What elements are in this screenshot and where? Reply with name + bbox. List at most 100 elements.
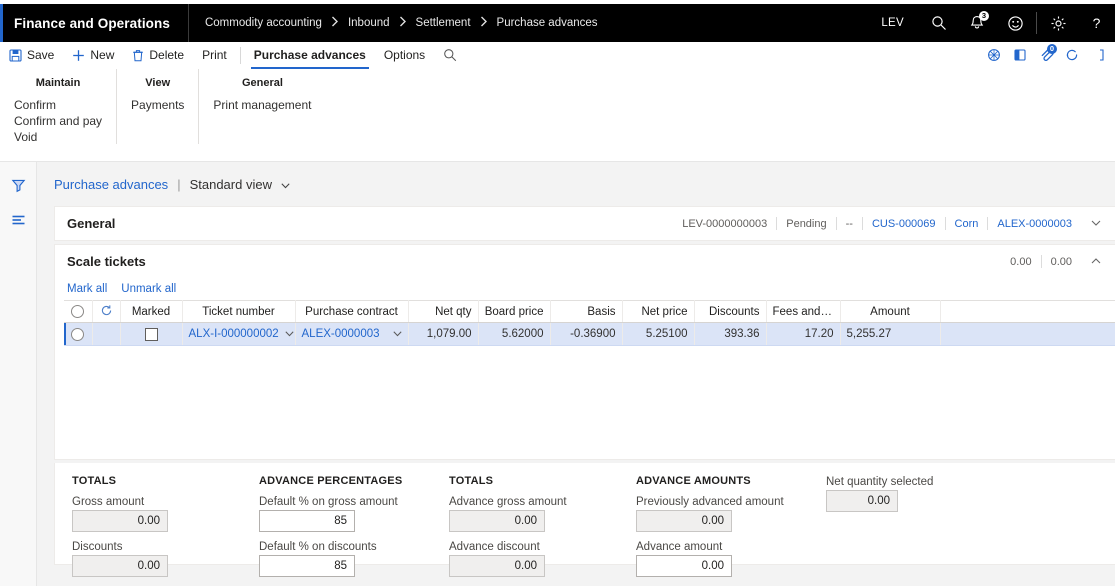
row-basis[interactable]: -0.36900 [550,322,623,346]
field-advance-gross-amount: Advance gross amount 0.00 [449,496,636,532]
column-header-discounts[interactable]: Discounts [694,300,767,323]
totals-column-2-title: ADVANCE PERCENTAGES [259,475,403,487]
row-board-price[interactable]: 5.62000 [478,322,551,346]
feedback-smiley-icon[interactable] [996,4,1034,42]
row-fees-and-charges[interactable]: 17.20 [766,322,841,346]
view-selector[interactable]: Standard view [190,177,290,192]
summary-customer-id[interactable]: CUS-000069 [863,218,945,230]
column-header-basis[interactable]: Basis [550,300,623,323]
toolbar-search-button[interactable] [434,42,466,69]
new-label: New [90,48,115,62]
chevron-down-icon[interactable] [387,329,402,339]
row-marked-checkbox[interactable] [120,322,183,346]
chevron-down-icon[interactable] [1081,218,1103,229]
grid-container: Marked Ticket number Purchase contract N… [55,300,1115,459]
print-button[interactable]: Print [193,42,236,69]
scale-tickets-summary: 0.00 0.00 [1001,255,1103,268]
chevron-down-icon[interactable] [279,329,294,339]
field-advance-discount-input[interactable]: 0.00 [449,555,545,577]
delete-button[interactable]: Delete [123,42,193,69]
column-header-net-qty[interactable]: Net qty [408,300,479,323]
row-net-price[interactable]: 5.25100 [622,322,695,346]
expand-icon[interactable] [1085,42,1111,69]
field-default-pct-gross-input[interactable]: 85 [259,510,355,532]
field-advance-discount: Advance discount 0.00 [449,541,636,577]
app-brand-title[interactable]: Finance and Operations [0,16,188,31]
row-purchase-contract[interactable]: ALEX-0000003 [295,322,409,346]
summary-commodity[interactable]: Corn [946,218,988,230]
search-icon[interactable] [920,4,958,42]
row-select-radio[interactable] [64,322,93,346]
new-button[interactable]: New [63,42,123,69]
column-header-net-price[interactable]: Net price [622,300,695,323]
breadcrumb: Commodity accounting Inbound Settlement … [189,16,600,30]
radio-icon [71,327,85,341]
column-header-board-price[interactable]: Board price [478,300,551,323]
breadcrumb-item-inbound[interactable]: Inbound [346,17,392,29]
general-section-header[interactable]: General LEV-0000000003 Pending -- CUS-00… [55,207,1115,240]
breadcrumb-item-commodity-accounting[interactable]: Commodity accounting [203,17,324,29]
share-icon[interactable] [981,42,1007,69]
field-gross-amount-input[interactable]: 0.00 [72,510,168,532]
attachments-icon[interactable]: 0 [1033,42,1059,69]
mark-all-link[interactable]: Mark all [67,283,107,295]
totals-column-4-title: ADVANCE AMOUNTS [636,475,751,487]
ribbon-group-maintain-title: Maintain [35,77,81,89]
save-label: Save [27,48,55,62]
field-default-pct-discounts-input[interactable]: 85 [259,555,355,577]
tab-options[interactable]: Options [375,42,434,69]
chevron-up-icon[interactable] [1081,256,1103,267]
row-amount[interactable]: 5,255.27 [840,322,941,346]
field-gross-amount: Gross amount 0.00 [72,496,259,532]
notifications-icon[interactable]: 3 [958,4,996,42]
column-header-marked[interactable]: Marked [120,300,183,323]
ribbon-item-print-management[interactable]: Print management [213,98,311,113]
column-header-amount[interactable]: Amount [840,300,941,323]
field-advance-amount-input[interactable]: 0.00 [636,555,732,577]
refresh-icon[interactable] [1059,42,1085,69]
ribbon-item-void[interactable]: Void [14,130,102,145]
general-section-title: General [67,216,116,231]
save-button[interactable]: Save [0,42,63,69]
radio-icon [71,305,85,318]
row-discounts[interactable]: 393.36 [694,322,767,346]
tab-purchase-advances[interactable]: Purchase advances [245,42,375,69]
field-previously-advanced-amount-label: Previously advanced amount [636,496,784,508]
open-in-new-window-icon[interactable] [1007,42,1033,69]
select-all-radio-header[interactable] [64,300,93,323]
field-default-pct-discounts: Default % on discounts 85 [259,541,449,577]
summary-contract-id[interactable]: ALEX-0000003 [988,218,1081,230]
column-header-purchase-contract[interactable]: Purchase contract [295,300,409,323]
field-advance-gross-amount-input[interactable]: 0.00 [449,510,545,532]
totals-column-3: TOTALS Advance gross amount 0.00 Advance… [449,475,636,577]
field-net-quantity-selected-input[interactable]: 0.00 [826,490,898,512]
filter-funnel-icon[interactable] [0,170,37,200]
list-lines-icon[interactable] [0,205,37,235]
row-net-qty[interactable]: 1,079.00 [408,322,479,346]
ribbon-item-confirm-and-pay[interactable]: Confirm and pay [14,114,102,129]
field-default-pct-gross-label: Default % on gross amount [259,496,398,508]
settings-gear-icon[interactable] [1039,4,1077,42]
help-icon[interactable]: ? [1077,4,1115,42]
breadcrumb-item-purchase-advances[interactable]: Purchase advances [495,17,600,29]
checkbox-icon [144,327,158,341]
scale-tickets-header[interactable]: Scale tickets 0.00 0.00 [55,245,1115,278]
company-indicator[interactable]: LEV [865,17,920,29]
field-discounts-input[interactable]: 0.00 [72,555,168,577]
summary-blank: -- [845,217,853,230]
field-default-pct-gross: Default % on gross amount 85 [259,496,449,532]
field-advance-gross-amount-label: Advance gross amount [449,496,567,508]
ribbon-item-payments[interactable]: Payments [131,98,184,113]
field-advance-amount-label: Advance amount [636,541,723,553]
unmark-all-link[interactable]: Unmark all [121,283,176,295]
row-ticket-number[interactable]: ALX-I-000000002 [182,322,296,346]
field-previously-advanced-amount-input[interactable]: 0.00 [636,510,732,532]
refresh-column-header[interactable] [92,300,121,323]
column-header-ticket-number[interactable]: Ticket number [182,300,296,323]
column-header-fees-and-charges[interactable]: Fees and charg... [766,300,841,323]
summary-advance-id: LEV-0000000003 [682,217,768,230]
breadcrumb-item-settlement[interactable]: Settlement [414,17,473,29]
page-title[interactable]: Purchase advances [54,177,168,192]
table-row[interactable]: ALX-I-000000002 ALEX-0000003 1,079.00 5.… [64,322,1115,346]
ribbon-item-confirm[interactable]: Confirm [14,98,102,113]
